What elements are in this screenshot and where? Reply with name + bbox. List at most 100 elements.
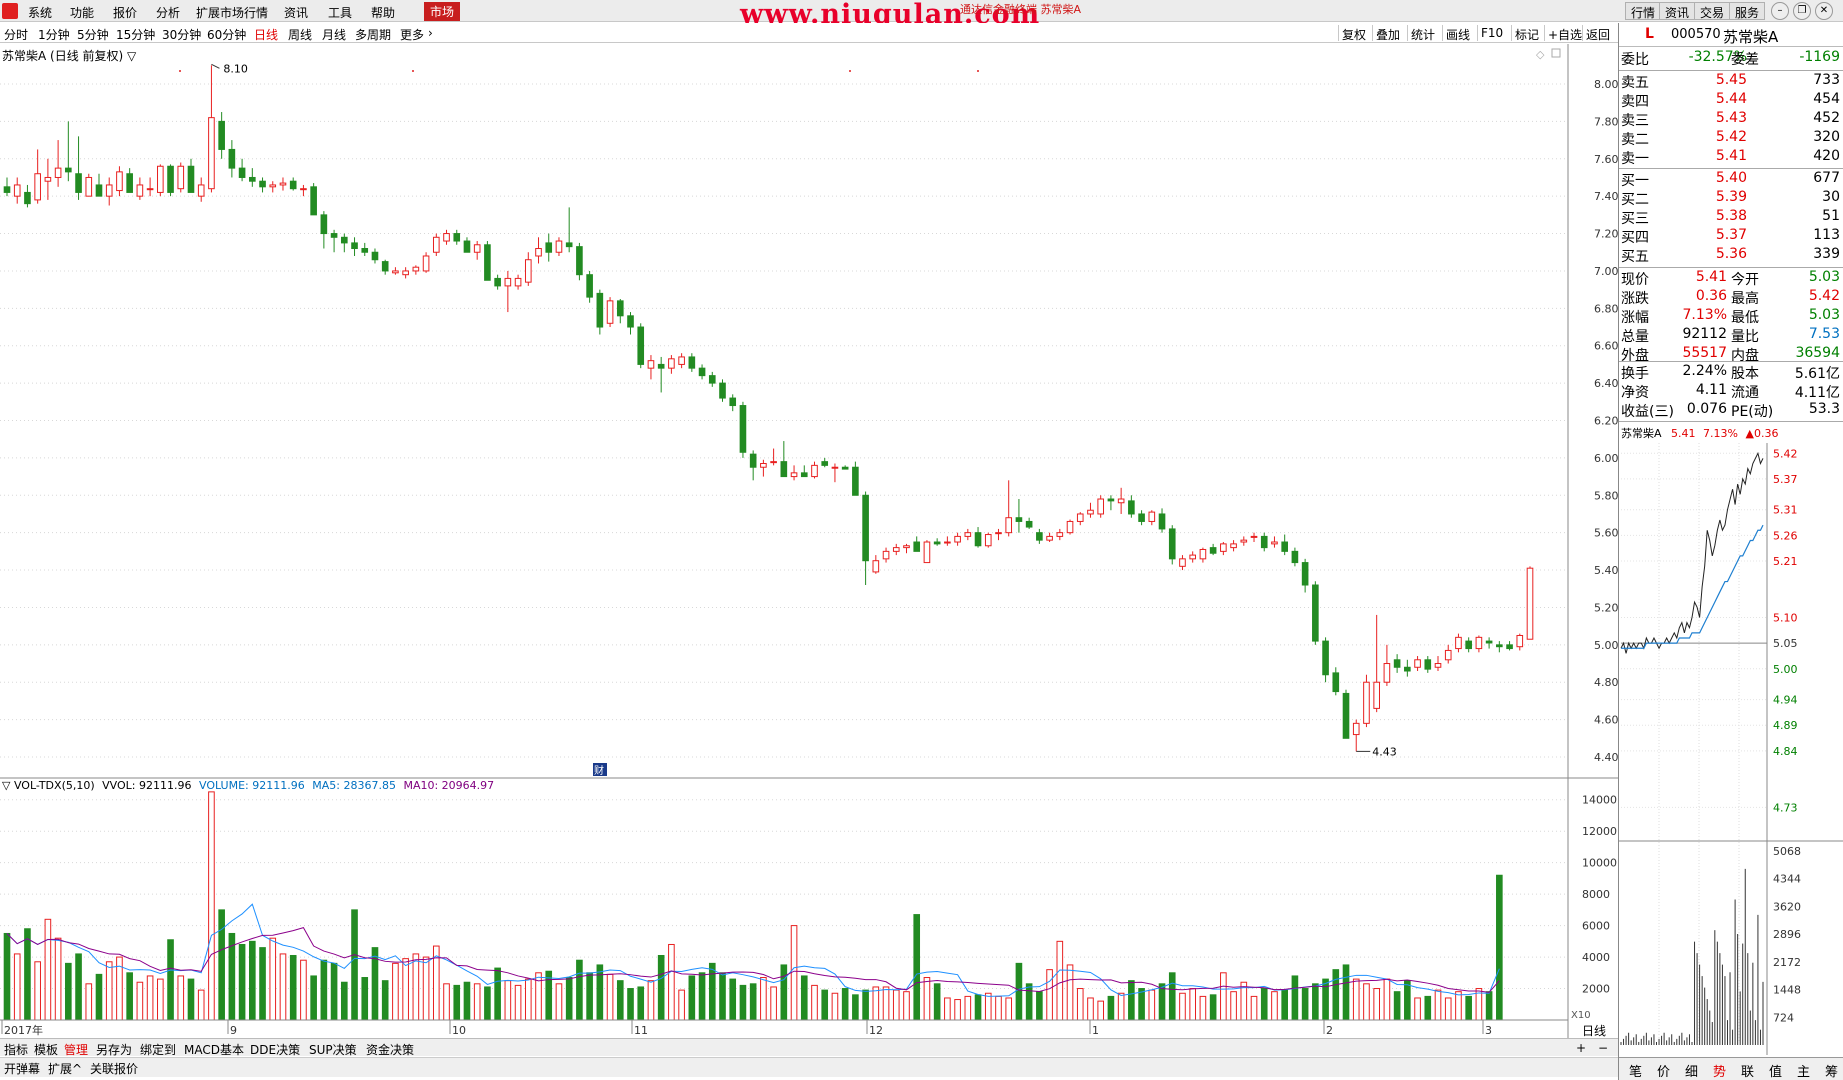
indicator-tab-6[interactable]: MACD基本 — [184, 1041, 244, 1058]
indicator-tab-3[interactable]: 管理 — [64, 1041, 88, 1058]
btn-jiaoyi[interactable]: 交易 — [1694, 2, 1731, 20]
chart-tool-5[interactable]: F10 — [1481, 26, 1503, 40]
candle-body — [116, 171, 123, 192]
indicator-tab-2[interactable]: 模板 — [34, 1041, 58, 1058]
volume-tick-label: 12000 — [1582, 825, 1617, 838]
level-volume: 51 — [1822, 208, 1840, 224]
quote-tab-3[interactable]: 细 — [1685, 1061, 1698, 1080]
volume-bar — [126, 972, 133, 1021]
level-price: 5.43 — [1715, 110, 1747, 126]
period-tab-10[interactable]: 多周期 — [355, 26, 391, 43]
candle-body — [504, 277, 512, 287]
price-tick-label: 5.00 — [1594, 639, 1618, 652]
mini-price-tick: 5.42 — [1773, 447, 1798, 460]
zoom-out-icon[interactable]: − — [1598, 1041, 1608, 1055]
volume-bar — [1168, 972, 1176, 1021]
candle-body — [882, 550, 890, 560]
candle-body — [1138, 513, 1145, 522]
zoom-in-icon[interactable]: + — [1576, 1041, 1586, 1055]
mini-price-tick: 5.21 — [1773, 555, 1798, 568]
period-tab-11[interactable]: 更多 — [400, 26, 424, 43]
indicator-tab-8[interactable]: SUP决策 — [309, 1041, 357, 1058]
indicator-tab-5[interactable]: 绑定到 — [140, 1041, 176, 1058]
chart-tool-2[interactable]: 叠加 — [1376, 26, 1400, 43]
extra-tab-2[interactable]: 扩展^ — [48, 1060, 82, 1077]
quote-tab-7[interactable]: 主 — [1797, 1061, 1810, 1080]
chart-tool-8[interactable]: 返回 — [1586, 26, 1610, 43]
candle-body — [463, 240, 471, 253]
btn-zixun[interactable]: 资讯 — [1659, 2, 1696, 20]
quote-tab-5[interactable]: 联 — [1741, 1061, 1754, 1080]
volume-bar — [514, 984, 522, 1021]
volume-bar — [504, 980, 512, 1021]
btn-fuwu[interactable]: 服务 — [1729, 2, 1766, 20]
volume-bar — [984, 992, 992, 1021]
volume-bar — [657, 954, 665, 1021]
stat-value: 2.24% — [1682, 363, 1727, 379]
period-tab-8[interactable]: 周线 — [288, 26, 312, 43]
menu-item-4[interactable]: 分析 — [156, 4, 180, 21]
volume-bar — [1025, 983, 1033, 1021]
btn-hangqing[interactable]: 行情 — [1625, 2, 1662, 20]
volume-bar — [1250, 995, 1258, 1021]
candle-body — [1332, 672, 1340, 693]
square-icon[interactable] — [1551, 48, 1561, 58]
indicator-tab-4[interactable]: 另存为 — [96, 1041, 132, 1058]
volume-bar — [259, 947, 266, 1021]
stat-label: 最高 — [1731, 291, 1759, 307]
mini-price-tick: 4.89 — [1773, 719, 1798, 732]
menu-item-7[interactable]: 工具 — [328, 4, 352, 21]
volume-bar — [1056, 940, 1064, 1021]
level-price: 5.37 — [1715, 227, 1747, 243]
chart-tool-6[interactable]: 标记 — [1515, 26, 1539, 43]
period-tab-2[interactable]: 1分钟 — [38, 26, 70, 43]
intraday-chart[interactable]: 5.42 5.37 5.31 5.26 5.21 5.10 5.05 5.00 4.94 4.89… — [1619, 443, 1843, 1055]
period-tab-4[interactable]: 15分钟 — [116, 26, 155, 43]
quote-tab-1[interactable]: 笔 — [1629, 1061, 1642, 1080]
period-tab-9[interactable]: 月线 — [322, 26, 346, 43]
restore-icon[interactable]: ❐ — [1793, 2, 1811, 20]
period-tab-7[interactable]: 日线 — [254, 26, 278, 43]
menu-item-8[interactable]: 帮助 — [371, 4, 395, 21]
chart-tool-3[interactable]: 统计 — [1411, 26, 1435, 43]
period-tab-6[interactable]: 60分钟 — [207, 26, 246, 43]
candle-body — [1036, 532, 1043, 541]
chart-tool-4[interactable]: 画线 — [1446, 26, 1470, 43]
volume-bar — [995, 995, 1002, 1021]
indicator-tab-7[interactable]: DDE决策 — [250, 1041, 300, 1058]
close-icon[interactable]: ✕ — [1815, 2, 1833, 20]
indicator-tab-1[interactable]: 指标 — [4, 1041, 28, 1058]
candle-body — [1179, 558, 1186, 567]
volume-bar — [606, 973, 614, 1021]
menu-item-6[interactable]: 资讯 — [284, 4, 308, 21]
menu-item-5[interactable]: 扩展市场行情 — [196, 4, 268, 21]
menu-market[interactable]: 市场 — [424, 2, 461, 21]
quote-tab-6[interactable]: 值 — [1769, 1061, 1782, 1080]
volume-bar — [1128, 980, 1135, 1021]
extra-tab-3[interactable]: 关联报价 — [90, 1060, 138, 1077]
more-chevron-icon[interactable]: › — [428, 26, 433, 40]
volume-bar — [1107, 995, 1115, 1021]
volume-bar — [1434, 989, 1442, 1021]
menu-item-2[interactable]: 功能 — [70, 4, 94, 21]
period-tab-5[interactable]: 30分钟 — [162, 26, 201, 43]
menu-item-1[interactable]: 系统 — [28, 4, 52, 21]
period-tab-3[interactable]: 5分钟 — [77, 26, 109, 43]
price-tick-label: 6.80 — [1594, 302, 1618, 315]
level-label: 卖二 — [1621, 132, 1649, 148]
candle-body — [1097, 498, 1105, 515]
period-tab-1[interactable]: 分时 — [4, 26, 28, 43]
quote-tab-8[interactable]: 筹 — [1825, 1061, 1838, 1080]
indicator-tab-9[interactable]: 资金决策 — [366, 1041, 414, 1058]
menu-item-3[interactable]: 报价 — [113, 4, 137, 21]
minimize-icon[interactable]: – — [1771, 2, 1789, 20]
candle-body — [760, 462, 767, 468]
extra-tab-1[interactable]: 开弹幕 — [4, 1060, 40, 1077]
chart-tool-7[interactable]: +自选 — [1548, 26, 1582, 43]
quote-tab-4[interactable]: 势 — [1713, 1061, 1726, 1080]
candle-body — [708, 375, 716, 384]
kline-chart[interactable]: 8.00 7.80 7.60 7.40 7.20 7.00 6.80 6.60 6.40 6.20… — [0, 44, 1618, 1038]
quote-tab-2[interactable]: 价 — [1657, 1061, 1670, 1080]
chart-tool-1[interactable]: 复权 — [1342, 26, 1366, 43]
diamond-icon[interactable]: ◇ — [1536, 48, 1545, 61]
